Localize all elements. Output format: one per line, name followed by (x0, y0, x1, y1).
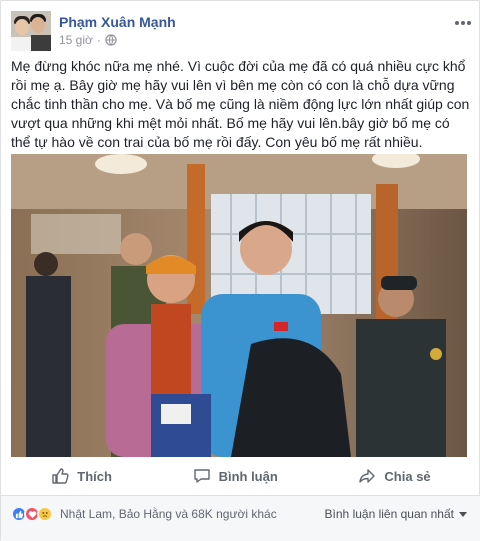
like-label: Thích (77, 468, 112, 484)
sad-reaction-icon (37, 506, 53, 522)
sort-label: Bình luận liên quan nhất (324, 507, 454, 521)
photo-image (11, 154, 467, 457)
reactions-text: Nhật Lam, Bảo Hằng và 68K người khác (60, 507, 277, 521)
post-meta: 15 giờ · (59, 33, 117, 47)
share-icon (359, 469, 376, 483)
post-footer: Nhật Lam, Bảo Hằng và 68K người khác Bìn… (1, 496, 480, 541)
author-name[interactable]: Phạm Xuân Mạnh (59, 14, 176, 30)
comment-icon (193, 469, 210, 483)
like-icon (52, 468, 69, 484)
avatar[interactable] (11, 11, 51, 51)
post-card: Phạm Xuân Mạnh 15 giờ · Mẹ đừng khóc nữa… (0, 0, 480, 541)
share-label: Chia sẻ (384, 468, 431, 484)
reactions-summary[interactable]: Nhật Lam, Bảo Hằng và 68K người khác (11, 506, 277, 522)
comment-button[interactable]: Bình luận (193, 467, 278, 485)
post-text: Mẹ đừng khóc nữa mẹ nhé. Vì cuộc đời của… (11, 58, 470, 150)
like-button[interactable]: Thích (51, 467, 112, 485)
post-time[interactable]: 15 giờ (59, 33, 93, 47)
comment-sort-dropdown[interactable]: Bình luận liên quan nhất (325, 507, 467, 521)
globe-icon (105, 34, 117, 46)
comment-label: Bình luận (218, 468, 278, 484)
post-actions: Thích Bình luận Chia sẻ (11, 461, 471, 491)
post-header: Phạm Xuân Mạnh 15 giờ · (11, 11, 471, 51)
more-dots-icon[interactable] (455, 15, 471, 26)
chevron-down-icon (459, 511, 467, 517)
share-button[interactable]: Chia sẻ (358, 467, 431, 485)
post-photo[interactable] (11, 154, 467, 457)
